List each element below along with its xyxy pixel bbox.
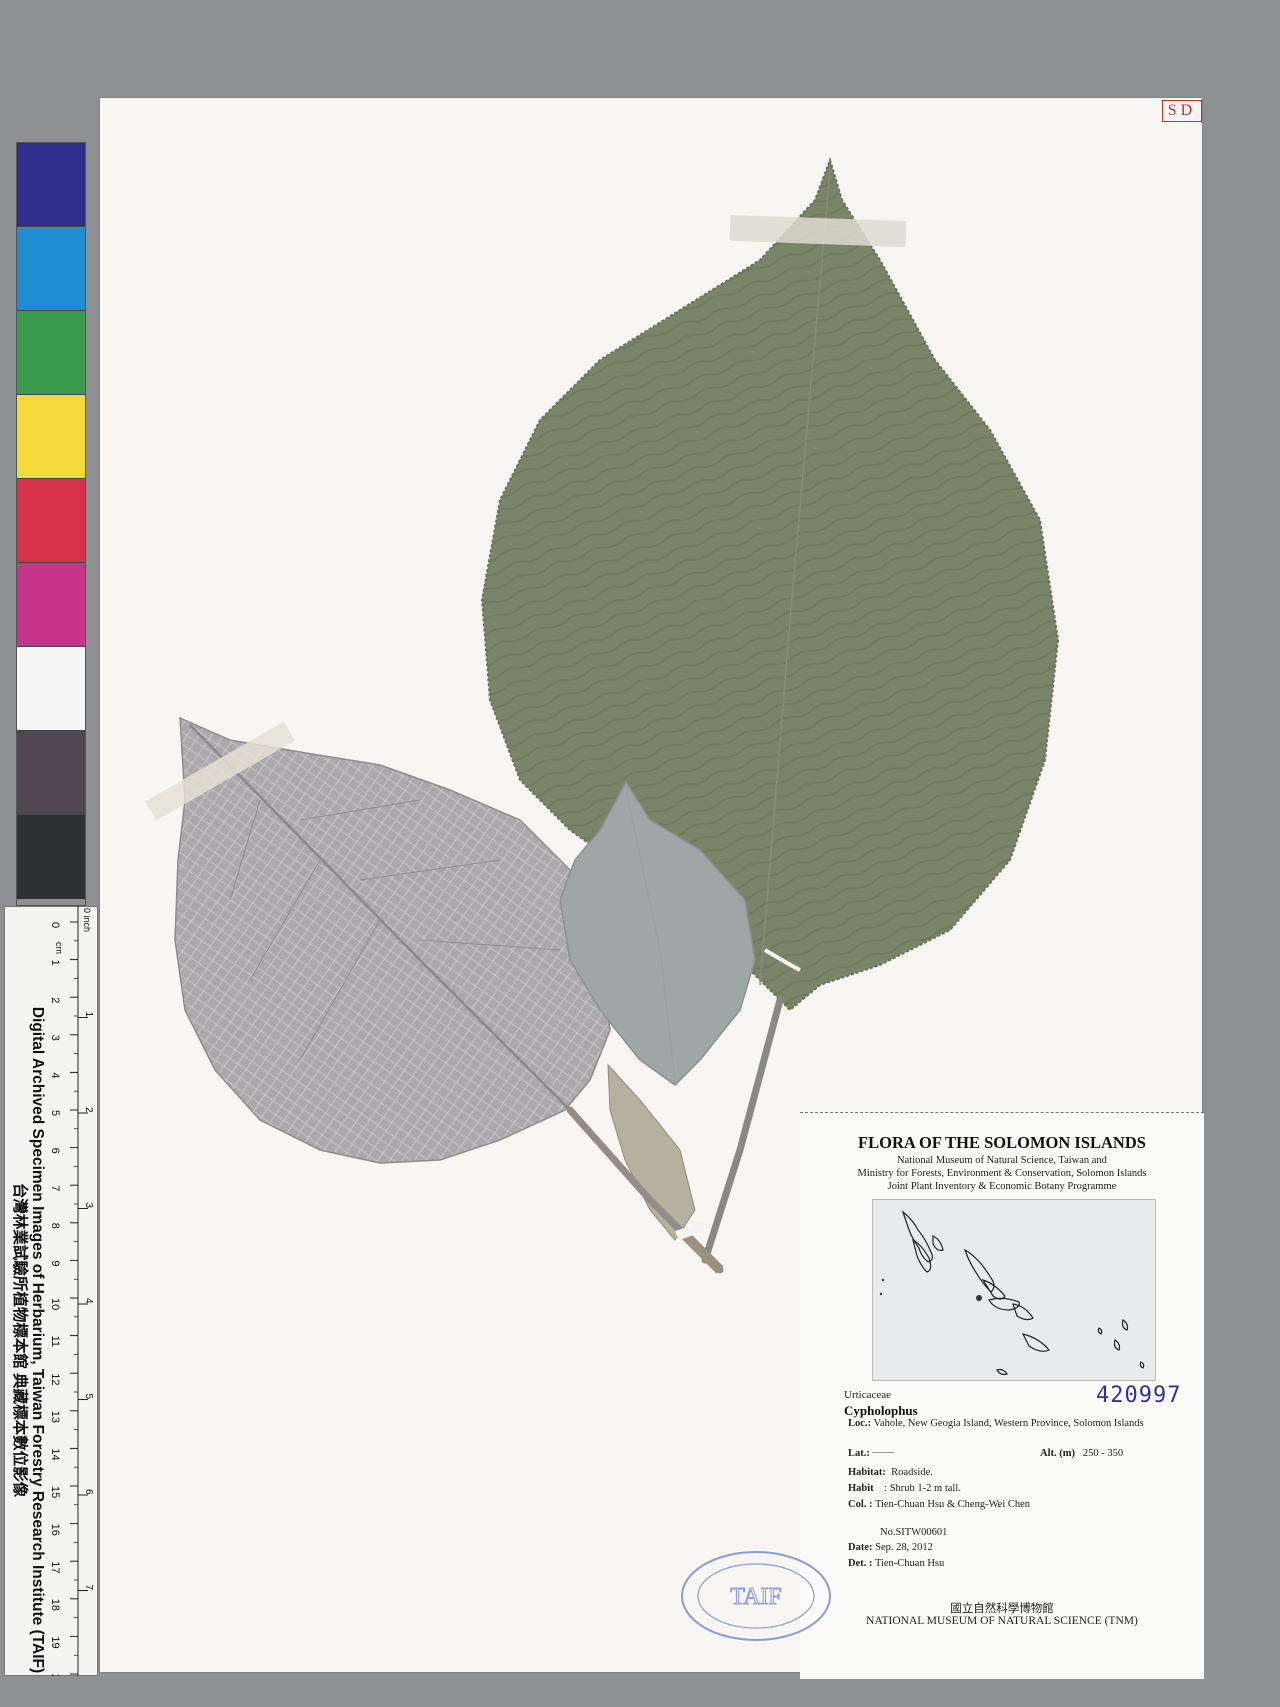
label-title: FLORA OF THE SOLOMON ISLANDS <box>858 1133 1146 1152</box>
col-value: Tien-Chuan Hsu & Cheng-Wei Chen <box>874 1499 1031 1510</box>
label-subtitle: Ministry for Forests, Environment & Cons… <box>857 1168 1147 1179</box>
label-subtitle: Joint Plant Inventory & Economic Botany … <box>887 1181 1117 1192</box>
det-key: Det. : <box>848 1558 873 1569</box>
specimen-label: FLORA OF THE SOLOMON ISLANDS National Mu… <box>800 1112 1204 1679</box>
genus-name: Cypholophus <box>844 1403 918 1418</box>
bud <box>607 1063 696 1241</box>
col-key: Col. : <box>848 1499 873 1510</box>
loc-key: Loc.: <box>848 1418 872 1429</box>
date-key: Date: <box>848 1542 873 1553</box>
mounting-tape <box>729 214 907 248</box>
habitat-key: Habitat: <box>848 1467 886 1478</box>
herbarium-stamp-text: TAIF <box>730 1584 781 1610</box>
family-name: Urticaceae <box>844 1389 892 1401</box>
det-value: Tien-Chuan Hsu <box>874 1558 945 1569</box>
institution-chinese: 國立自然科學博物館 <box>950 1603 1054 1615</box>
date-value: Sep. 28, 2012 <box>875 1542 933 1553</box>
habitat-value: Roadside. <box>891 1467 933 1478</box>
lat-key: Lat.: <box>848 1448 870 1459</box>
alt-key: Alt. (m) <box>1040 1448 1075 1459</box>
solomon-islands-map <box>872 1199 1156 1381</box>
habit-key: Habit <box>848 1483 874 1494</box>
loc-value: Vahole, New Geogia Island, Western Provi… <box>873 1418 1144 1429</box>
collection-number: No.SITW00601 <box>880 1527 948 1538</box>
lat-blank <box>872 1452 894 1453</box>
habit-value: : Shrub 1-2 m tall. <box>884 1483 961 1494</box>
herbarium-stamp: TAIF <box>681 1551 831 1641</box>
label-subtitle: National Museum of Natural Science, Taiw… <box>897 1155 1107 1166</box>
catalog-number: 420997 <box>1096 1383 1182 1408</box>
alt-value: 250 - 350 <box>1082 1448 1124 1459</box>
institution-english: NATIONAL MUSEUM OF NATURAL SCIENCE (TNM) <box>866 1615 1138 1627</box>
